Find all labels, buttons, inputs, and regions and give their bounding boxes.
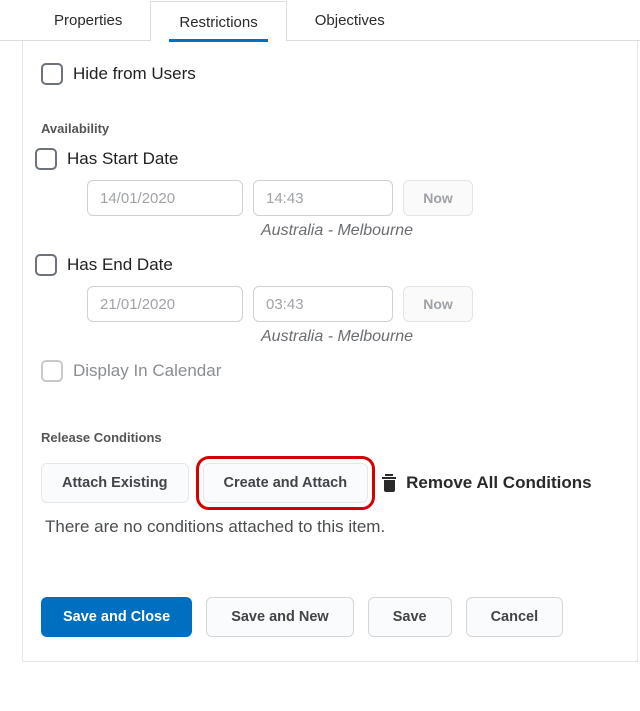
has-end-date-label: Has End Date [67, 255, 173, 275]
remove-all-conditions-label: Remove All Conditions [406, 473, 591, 493]
tab-objectives[interactable]: Objectives [287, 0, 413, 40]
start-timezone-label: Australia - Melbourne [261, 222, 619, 240]
tab-restrictions[interactable]: Restrictions [150, 1, 286, 41]
has-start-date-label: Has Start Date [67, 149, 179, 169]
remove-all-conditions-button[interactable]: Remove All Conditions [382, 473, 591, 493]
availability-heading: Availability [41, 121, 619, 136]
cancel-button[interactable]: Cancel [466, 597, 564, 637]
end-time-input[interactable] [253, 286, 393, 322]
end-timezone-label: Australia - Melbourne [261, 328, 619, 346]
start-time-input[interactable] [253, 180, 393, 216]
create-and-attach-button[interactable]: Create and Attach [203, 463, 369, 503]
has-start-date-checkbox[interactable] [35, 148, 57, 170]
hide-from-users-checkbox[interactable] [41, 63, 63, 85]
display-in-calendar-label: Display In Calendar [73, 361, 221, 381]
no-conditions-message: There are no conditions attached to this… [45, 517, 619, 537]
start-now-button[interactable]: Now [403, 180, 473, 216]
trash-icon [382, 474, 396, 492]
save-and-new-button[interactable]: Save and New [206, 597, 354, 637]
attach-existing-button[interactable]: Attach Existing [41, 463, 189, 503]
save-button[interactable]: Save [368, 597, 452, 637]
tab-properties[interactable]: Properties [26, 0, 150, 40]
hide-from-users-label: Hide from Users [73, 64, 196, 84]
display-in-calendar-checkbox[interactable] [41, 360, 63, 382]
restrictions-panel: Hide from Users Availability Has Start D… [22, 41, 638, 662]
end-now-button[interactable]: Now [403, 286, 473, 322]
has-end-date-checkbox[interactable] [35, 254, 57, 276]
release-conditions-heading: Release Conditions [41, 430, 619, 445]
save-and-close-button[interactable]: Save and Close [41, 597, 192, 637]
tab-bar: Properties Restrictions Objectives [0, 0, 640, 41]
end-date-input[interactable] [87, 286, 243, 322]
start-date-input[interactable] [87, 180, 243, 216]
